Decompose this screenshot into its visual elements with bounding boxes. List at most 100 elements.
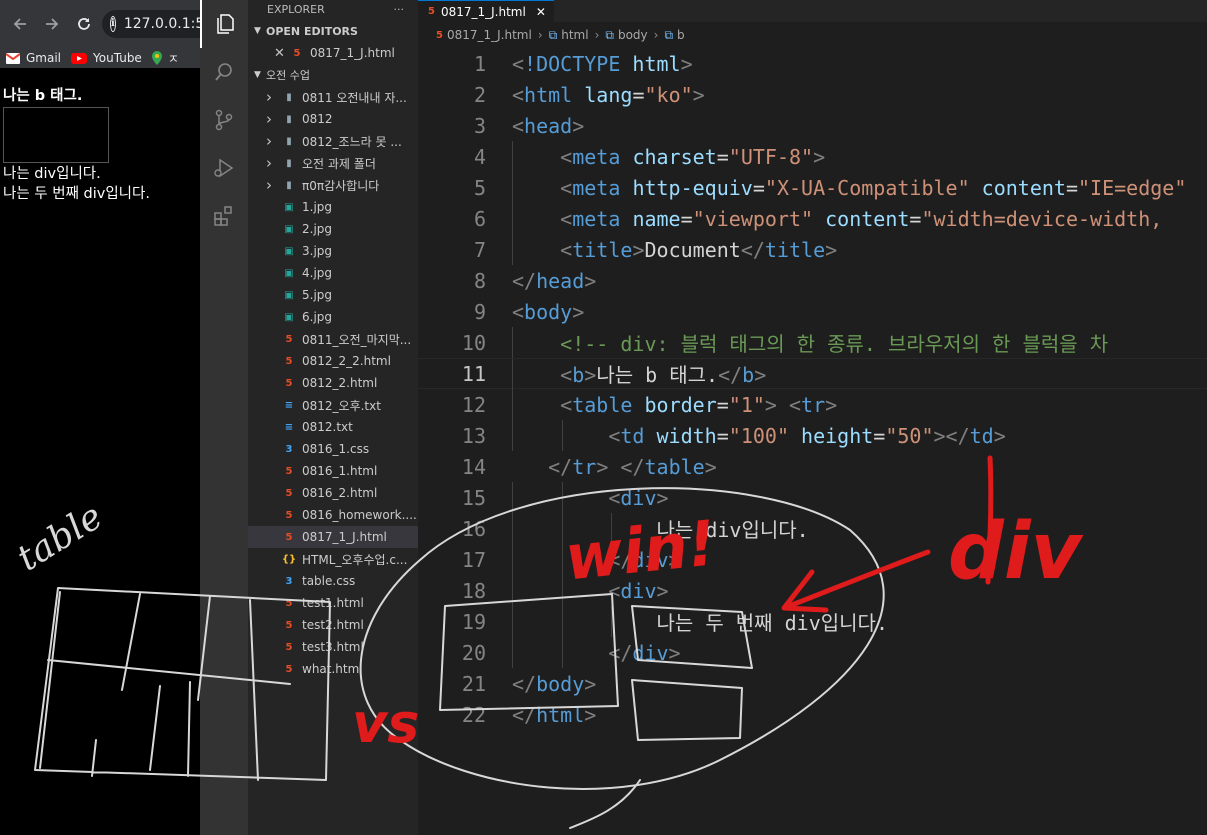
bookmark-gmail[interactable]: Gmail [6, 51, 61, 65]
folder-list: › ▮ 0811 오전내내 자... › ▮ 0812 › ▮ 0812_조느라 못 ... › ▮… [248, 86, 418, 196]
code-line[interactable]: 6 <meta name="viewport" content="width=d… [418, 203, 1207, 234]
close-icon[interactable]: ✕ [536, 5, 546, 19]
breadcrumb-file[interactable]: 0817_1_J.html [447, 28, 532, 42]
bookmark-youtube[interactable]: YouTube [71, 51, 142, 65]
file-item[interactable]: ▣ 6.jpg [248, 306, 418, 328]
file-item[interactable]: 5 0816_1.html [248, 460, 418, 482]
forward-button[interactable] [36, 8, 68, 40]
file-item[interactable]: 5 0811_오전_마지막... [248, 328, 418, 350]
code-line[interactable]: 17 </div> [418, 544, 1207, 575]
code-line[interactable]: 2 <html lang="ko"> [418, 79, 1207, 110]
file-item[interactable]: 5 0812_2_2.html [248, 350, 418, 372]
arrow-right-icon [46, 18, 59, 30]
workspace-folder-label: 오전 수업 [266, 69, 310, 82]
file-item[interactable]: {} HTML_오후수업.c... [248, 548, 418, 570]
image-file-icon: ▣ [284, 223, 294, 235]
breadcrumb-html[interactable]: html [561, 28, 588, 42]
code-line[interactable]: 10 <!-- div: 블럭 태그의 한 종류. 브라우저의 한 블럭을 차 [418, 327, 1207, 358]
back-button[interactable] [4, 8, 36, 40]
html5-icon: 5 [285, 487, 293, 499]
code-line[interactable]: 3 <head> [418, 110, 1207, 141]
css3-icon: 3 [285, 443, 293, 455]
file-item[interactable]: ▣ 4.jpg [248, 262, 418, 284]
file-label: test2.html [302, 618, 364, 632]
close-icon[interactable]: ✕ [274, 46, 290, 61]
chevron-right-icon: › [266, 110, 272, 128]
line-text: </body> [512, 671, 597, 696]
file-item[interactable]: 5 test1.html [248, 592, 418, 614]
code-line[interactable]: 19 나는 두 번째 div입니다. [418, 606, 1207, 637]
file-item[interactable]: 5 test2.html [248, 614, 418, 636]
code-line[interactable]: 21 </body> [418, 668, 1207, 699]
html5-icon: 5 [285, 597, 293, 609]
folder-item[interactable]: › ▮ 오전 과제 폴더 [248, 152, 418, 174]
browser-toolbar: i 127.0.0.1:5 [0, 0, 200, 48]
file-item[interactable]: ≡ 0812_오후.txt [248, 394, 418, 416]
code-line[interactable]: 1 <!DOCTYPE html> [418, 48, 1207, 79]
code-line[interactable]: 18 <div> [418, 575, 1207, 606]
open-editors-label: OPEN EDITORS [266, 24, 358, 38]
symbol-icon: ⧉ [605, 27, 614, 42]
line-text: <div> [608, 578, 669, 603]
code-line[interactable]: 20 </div> [418, 637, 1207, 668]
line-number: 22 [461, 702, 486, 727]
code-line[interactable]: 11 <b>나는 b 태그.</b> [418, 358, 1207, 390]
file-label: 4.jpg [302, 266, 333, 280]
html5-icon: 5 [285, 355, 293, 367]
code-line[interactable]: 4 <meta charset="UTF-8"> [418, 141, 1207, 172]
editor-area: 5 0817_1_J.html ✕ 5 0817_1_J.html › ⧉ ht… [418, 0, 1207, 835]
run-debug-activity[interactable] [200, 144, 248, 192]
file-label: 0816_1.css [302, 442, 370, 456]
more-actions-icon[interactable]: ··· [394, 3, 405, 16]
file-item[interactable]: ≡ 0812.txt [248, 416, 418, 438]
tab-0817-1-j[interactable]: 5 0817_1_J.html ✕ [418, 0, 554, 22]
code-line[interactable]: 9 <body> [418, 296, 1207, 327]
bookmark-maps[interactable]: ㅈ [151, 50, 179, 67]
explorer-sidebar: EXPLORER ··· ▼ OPEN EDITORS ✕ 5 0817_1_J… [248, 0, 418, 835]
file-item[interactable]: ▣ 5.jpg [248, 284, 418, 306]
file-item[interactable]: 5 0816_2.html [248, 482, 418, 504]
workspace-folder-section[interactable]: ▼ 오전 수업 [248, 64, 418, 86]
code-editor[interactable]: 1 <!DOCTYPE html> 2 <html lang="ko"> 3 <head>… [418, 48, 1207, 730]
extensions-activity[interactable] [200, 192, 248, 240]
code-line[interactable]: 14 </tr> </table> [418, 451, 1207, 482]
code-line[interactable]: 16 나는 div입니다. [418, 513, 1207, 544]
line-text: </tr> </table> [548, 454, 717, 479]
breadcrumb-b[interactable]: b [677, 28, 685, 42]
code-line[interactable]: 15 <div> [418, 482, 1207, 513]
file-item[interactable]: 3 table.css [248, 570, 418, 592]
file-item[interactable]: 5 0817_1_J.html [248, 526, 418, 548]
code-line[interactable]: 5 <meta http-equiv="X-UA-Compatible" con… [418, 172, 1207, 203]
search-activity[interactable] [200, 48, 248, 96]
file-item[interactable]: ▣ 1.jpg [248, 196, 418, 218]
file-item[interactable]: 5 test3.html [248, 636, 418, 658]
code-line[interactable]: 12 <table border="1"> <tr> [418, 389, 1207, 420]
source-control-activity[interactable] [200, 96, 248, 144]
file-item[interactable]: 3 0816_1.css [248, 438, 418, 460]
file-item[interactable]: 5 0812_2.html [248, 372, 418, 394]
folder-item[interactable]: › ▮ 0811 오전내내 자... [248, 86, 418, 108]
folder-item[interactable]: › ▮ 0812 [248, 108, 418, 130]
explorer-activity[interactable] [200, 0, 248, 48]
file-label: 0812.txt [302, 420, 353, 434]
code-line[interactable]: 7 <title>Document</title> [418, 234, 1207, 265]
code-line[interactable]: 13 <td width="100" height="50"></td> [418, 420, 1207, 451]
file-item[interactable]: 5 0816_homework.... [248, 504, 418, 526]
line-text: <meta charset="UTF-8"> [560, 144, 826, 169]
address-bar[interactable]: i 127.0.0.1:5 [102, 10, 200, 38]
file-item[interactable]: 5 what.html [248, 658, 418, 680]
code-line[interactable]: 22 </html> [418, 699, 1207, 730]
bookmarks-bar: Gmail YouTube ㅈ [0, 48, 200, 68]
open-editor-item[interactable]: ✕ 5 0817_1_J.html [248, 42, 418, 64]
code-line[interactable]: 8 </head> [418, 265, 1207, 296]
folder-item[interactable]: › ▮ 0812_조느라 못 ... [248, 130, 418, 152]
open-editors-section[interactable]: ▼ OPEN EDITORS [248, 20, 418, 42]
file-item[interactable]: ▣ 2.jpg [248, 218, 418, 240]
file-label: 0812_2.html [302, 376, 378, 390]
css3-icon: 3 [285, 575, 293, 587]
folder-item[interactable]: › ▮ π0π감사합니다 [248, 174, 418, 196]
info-icon[interactable]: i [110, 16, 116, 32]
reload-button[interactable] [68, 8, 100, 40]
file-item[interactable]: ▣ 3.jpg [248, 240, 418, 262]
breadcrumb-body[interactable]: body [618, 28, 648, 42]
